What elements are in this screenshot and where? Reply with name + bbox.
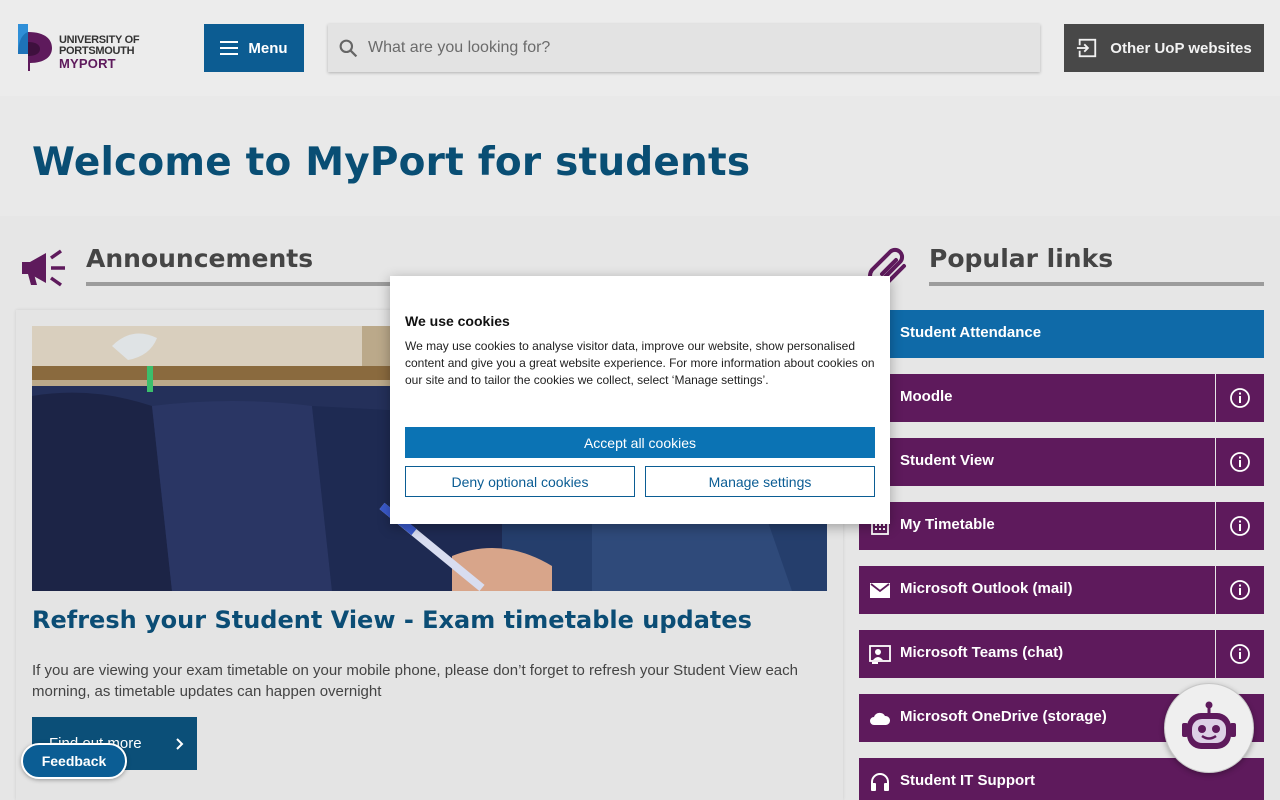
megaphone-icon (22, 249, 65, 287)
hero-banner: Welcome to MyPort for students (0, 96, 1280, 216)
login-icon (1077, 38, 1097, 58)
link-my-timetable[interactable]: My Timetable (859, 502, 1264, 550)
link-label: My Timetable (900, 516, 995, 533)
link-teams[interactable]: Microsoft Teams (chat) (859, 630, 1264, 678)
link-label: Student IT Support (900, 772, 1035, 789)
link-moodle[interactable]: Moodle (859, 374, 1264, 422)
link-label: Microsoft Teams (chat) (900, 644, 1064, 661)
deny-cookies-button[interactable]: Deny optional cookies (405, 466, 635, 497)
teams-icon (869, 645, 891, 664)
other-websites-button[interactable]: Other UoP websites (1064, 24, 1264, 72)
search-input[interactable] (368, 24, 1028, 72)
link-label: Moodle (900, 388, 953, 405)
feedback-button[interactable]: Feedback (21, 743, 127, 779)
chatbot-button[interactable] (1164, 683, 1254, 773)
menu-label: Menu (248, 39, 288, 57)
page-title: Welcome to MyPort for students (32, 140, 751, 185)
link-info-button[interactable] (1215, 374, 1264, 422)
menu-button[interactable]: Menu (204, 24, 304, 72)
link-label: Student View (900, 452, 994, 469)
mail-icon (870, 583, 890, 598)
link-outlook[interactable]: Microsoft Outlook (mail) (859, 566, 1264, 614)
announcement-title[interactable]: Refresh your Student View - Exam timetab… (32, 606, 752, 634)
manage-settings-button[interactable]: Manage settings (645, 466, 875, 497)
chevron-right-icon (175, 737, 183, 750)
logo-line-3: MYPORT (59, 56, 116, 71)
link-info-button[interactable] (1215, 502, 1264, 550)
accept-cookies-button[interactable]: Accept all cookies (405, 427, 875, 458)
other-websites-label: Other UoP websites (1110, 39, 1252, 57)
cookie-title: We use cookies (405, 313, 510, 329)
link-student-view[interactable]: Student View (859, 438, 1264, 486)
link-info-button[interactable] (1215, 630, 1264, 678)
announcements-heading: Announcements (86, 244, 314, 273)
popular-links-rule (929, 282, 1264, 286)
link-student-attendance[interactable]: Student Attendance (859, 310, 1264, 358)
announcement-body: If you are viewing your exam timetable o… (32, 662, 798, 700)
info-icon (1230, 388, 1250, 408)
link-info-button[interactable] (1215, 438, 1264, 486)
search-bar (328, 24, 1040, 72)
university-logo[interactable]: UNIVERSITY OF PORTSMOUTH MYPORT (16, 24, 156, 72)
info-icon (1230, 580, 1250, 600)
link-label: Microsoft Outlook (mail) (900, 580, 1073, 597)
robot-icon (1182, 701, 1236, 749)
logo-mark-icon (18, 24, 52, 71)
link-info-button[interactable] (1215, 566, 1264, 614)
hamburger-icon (220, 41, 239, 55)
info-icon (1230, 644, 1250, 664)
headset-icon (871, 773, 889, 791)
info-icon (1230, 516, 1250, 536)
info-icon (1230, 452, 1250, 472)
cookie-text: We may use cookies to analyse visitor da… (405, 339, 875, 387)
search-icon (339, 39, 358, 58)
cookie-dialog: We use cookies We may use cookies to ana… (390, 276, 890, 524)
link-label: Student Attendance (900, 324, 1042, 341)
site-header: UNIVERSITY OF PORTSMOUTH MYPORT Menu Oth… (0, 0, 1280, 96)
link-label: Microsoft OneDrive (storage) (900, 708, 1107, 725)
popular-links-heading: Popular links (929, 244, 1114, 273)
cloud-icon (870, 712, 891, 725)
logo-wordmark: UNIVERSITY OF PORTSMOUTH MYPORT (59, 35, 140, 71)
